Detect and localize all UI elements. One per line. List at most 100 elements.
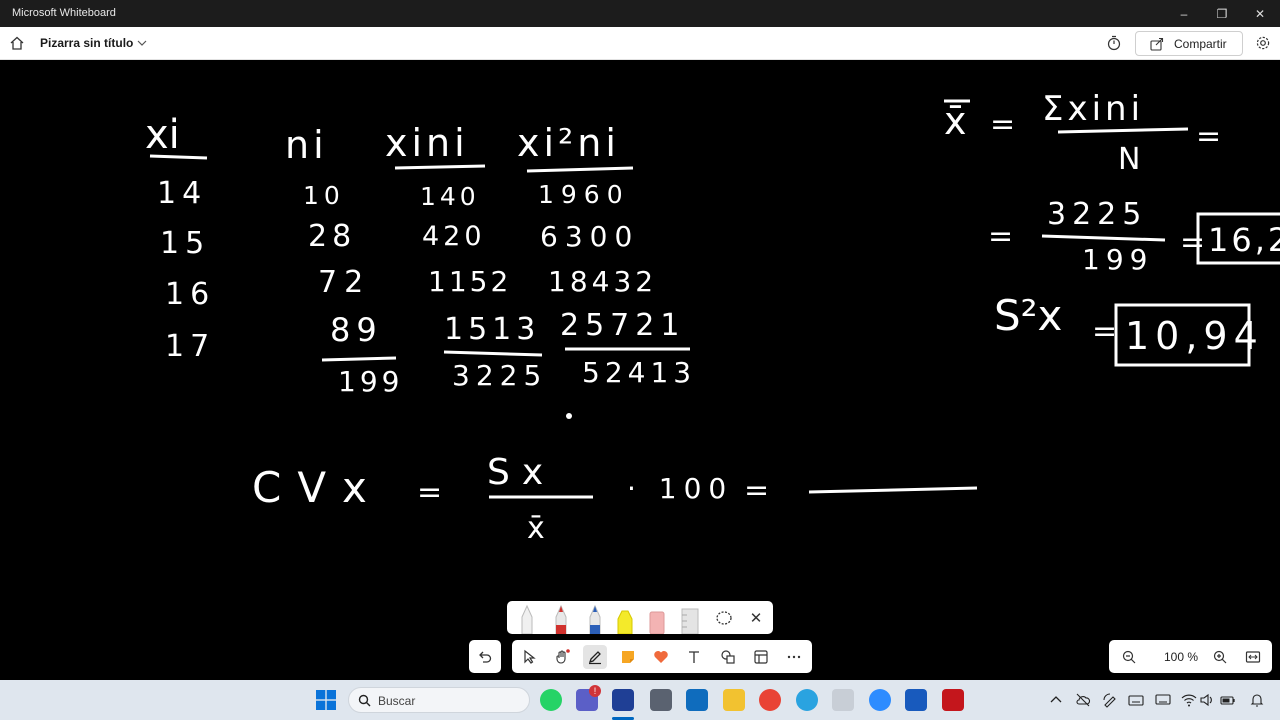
header-ni: ni [285, 123, 328, 167]
mean-trail-eq: = [1196, 119, 1221, 154]
cell-xi-1: 15 [160, 226, 210, 261]
snipping-tool-icon[interactable] [832, 689, 854, 711]
close-pen-tray-button[interactable]: ✕ [746, 608, 766, 628]
variance-lhs: S²x [994, 291, 1062, 340]
pen-tool[interactable] [583, 645, 607, 669]
highlighter-yellow-icon[interactable] [611, 603, 639, 634]
pen-tray-icon[interactable] [1102, 692, 1118, 708]
outlook-icon[interactable] [686, 689, 708, 711]
search-icon [358, 694, 371, 707]
cell-ni-1: 28 [308, 219, 356, 254]
mean-denominator: N [1118, 142, 1140, 177]
sum-line-xini [443, 350, 543, 357]
zoom-out-icon[interactable] [1121, 649, 1137, 665]
taskbar: Buscar ! [0, 680, 1280, 720]
text-tool[interactable] [682, 645, 706, 669]
calc-result-eq: = [1180, 225, 1205, 260]
cloud-off-icon[interactable] [1075, 692, 1091, 708]
cell-xi-0: 14 [157, 176, 207, 211]
header-xi2ni: xi²ni [517, 121, 620, 165]
cell-xini-1: 420 [422, 221, 486, 252]
calc-denominator: 199 [1082, 243, 1153, 276]
zoom-controls: 100 % [1109, 640, 1272, 673]
ruler-icon[interactable] [676, 603, 704, 634]
search-placeholder: Buscar [378, 694, 416, 708]
cell-xini-2: 1152 [428, 265, 511, 298]
display-icon[interactable] [1155, 692, 1171, 708]
camera-icon[interactable] [650, 689, 672, 711]
pen-blue-icon[interactable] [581, 603, 609, 634]
battery-icon[interactable] [1220, 692, 1236, 708]
taskbar-search[interactable]: Buscar [348, 687, 530, 713]
keyboard-icon[interactable] [1128, 692, 1144, 708]
telegram-icon[interactable] [796, 689, 818, 711]
zoom-level[interactable]: 100 % [1159, 650, 1203, 664]
variance-result: 10,94 [1125, 314, 1264, 358]
cell-xi2ni-2: 18432 [548, 265, 657, 298]
notifications-icon[interactable] [1249, 692, 1265, 708]
hand-tool[interactable] [550, 645, 574, 669]
sum-line-ni [321, 356, 397, 362]
underline-xini [394, 164, 486, 170]
app-window: Microsoft Whiteboard – ❐ ✕ Pizarra sin t… [0, 0, 1280, 720]
variance-eq: = [1092, 314, 1117, 349]
cell-xi2ni-3: 25721 [560, 308, 685, 343]
whiteboard-canvas[interactable]: xi ni xini xi²ni 14 15 16 17 10 28 72 89… [0, 60, 1280, 680]
undo-icon [479, 651, 492, 663]
cv-lhs: CVx [252, 463, 383, 512]
tools-toolbar [512, 640, 812, 673]
mean-eq: = [990, 107, 1015, 142]
cell-xi-3: 17 [165, 329, 215, 364]
chrome-icon[interactable] [759, 689, 781, 711]
cv-factor: · 100 [627, 472, 733, 505]
volume-icon[interactable] [1199, 692, 1215, 708]
acrobat-icon[interactable] [942, 689, 964, 711]
mean-lhs: x̄ [944, 99, 967, 143]
header-xini: xini [385, 121, 469, 165]
mean-numerator: Σxini [1042, 89, 1144, 129]
underline-xi [149, 154, 208, 160]
hand-icon [556, 649, 570, 664]
cv-denominator: x̄ [527, 511, 545, 546]
pen-tray: ✕ [507, 601, 773, 634]
eraser-icon[interactable] [643, 603, 671, 634]
mean-fraction-bar [1057, 127, 1189, 134]
select-icon [524, 649, 536, 664]
cell-xi2ni-1: 6300 [540, 220, 639, 253]
pen-icon [588, 651, 601, 665]
text-icon [689, 651, 699, 663]
undo-button[interactable] [469, 640, 501, 673]
more-tools-button[interactable] [782, 645, 806, 669]
templates-tool[interactable] [749, 645, 773, 669]
zoom-in-icon[interactable] [1212, 649, 1228, 665]
chevron-up-icon[interactable] [1048, 692, 1064, 708]
cell-xi-2: 16 [165, 277, 215, 312]
pen-white-icon[interactable] [513, 603, 541, 634]
notification-badge: ! [589, 685, 601, 697]
sticky-note-tool[interactable] [616, 645, 640, 669]
cv-eq: = [417, 475, 442, 510]
cell-ni-3: 89 [330, 311, 383, 349]
file-explorer-icon[interactable] [723, 689, 745, 711]
lasso-icon[interactable] [710, 603, 738, 634]
cell-ni-2: 72 [318, 265, 370, 300]
shapes-icon [721, 650, 735, 664]
shapes-tool[interactable] [716, 645, 740, 669]
cv-numerator: Sx [487, 452, 555, 493]
whiteboard-app-icon[interactable] [612, 689, 634, 711]
windows-start-icon[interactable] [316, 690, 336, 710]
select-tool[interactable] [517, 645, 541, 669]
wifi-icon[interactable] [1181, 692, 1197, 708]
zoom-app-icon[interactable] [869, 689, 891, 711]
pen-red-icon[interactable] [547, 603, 575, 634]
header-xi: xi [145, 112, 180, 158]
cell-xini-0: 140 [420, 182, 480, 211]
whatsapp-icon[interactable] [540, 689, 562, 711]
calc-numerator: 3225 [1047, 197, 1147, 232]
reactions-tool[interactable] [649, 645, 673, 669]
cell-xini-3: 1513 [444, 312, 540, 347]
fit-icon[interactable] [1245, 649, 1261, 665]
calc-eq: = [988, 219, 1013, 254]
note-icon [622, 651, 634, 663]
word-icon[interactable] [905, 689, 927, 711]
